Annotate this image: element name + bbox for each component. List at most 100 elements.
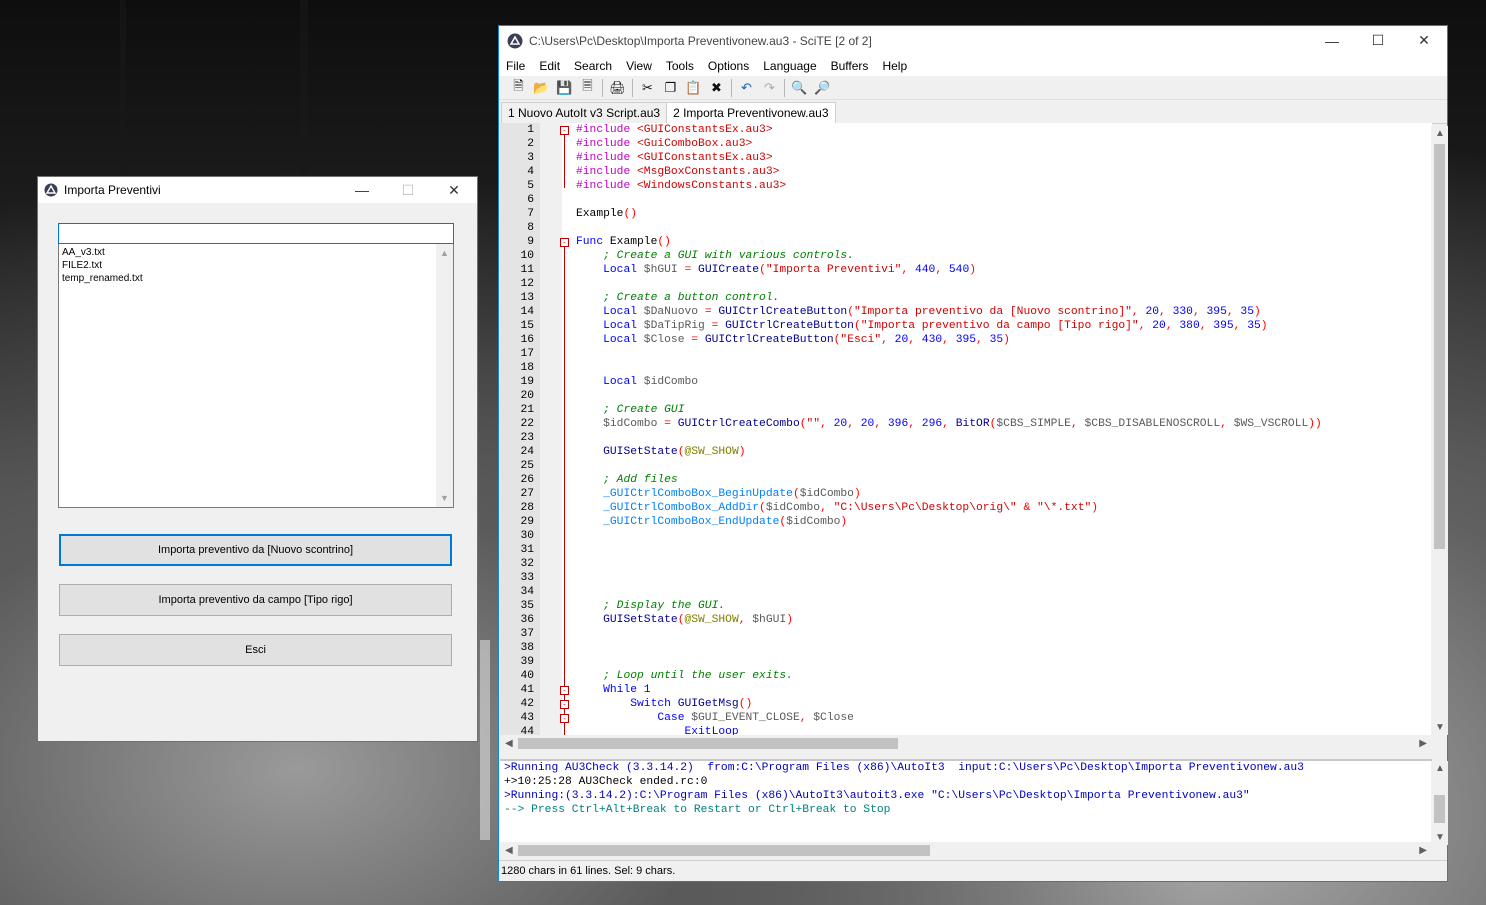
cut-icon[interactable]: ✂ — [636, 78, 659, 98]
output-horizontal-scrollbar[interactable]: ◀ ▶ — [500, 842, 1432, 859]
code-line[interactable]: 8 — [500, 221, 1432, 235]
code-line[interactable]: 1 #include <GUIConstantsEx.au3> — [500, 123, 1432, 137]
menu-edit[interactable]: Edit — [532, 59, 567, 73]
scroll-left-icon[interactable]: ◀ — [505, 738, 513, 749]
code-line[interactable]: 33 — [500, 571, 1432, 585]
tab-importa-preventivonew[interactable]: 2 Importa Preventivonew.au3 — [666, 102, 836, 124]
scroll-up-icon[interactable]: ▲ — [1435, 763, 1445, 774]
code-line[interactable]: 37 — [500, 627, 1432, 641]
new-file-icon[interactable]: 🗎 — [507, 78, 530, 98]
close-button[interactable]: ✕ — [431, 177, 477, 203]
copy-icon[interactable]: ❐ — [659, 78, 682, 98]
menu-language[interactable]: Language — [756, 59, 823, 73]
code-line[interactable]: 35 ; Display the GUI. — [500, 599, 1432, 613]
code-line[interactable]: 24 GUISetState(@SW_SHOW) — [500, 445, 1432, 459]
title-bar[interactable]: Importa Preventivi — ☐ ✕ — [38, 177, 477, 203]
close-file-icon[interactable]: 🗏 — [576, 78, 599, 98]
scroll-down-icon[interactable]: ▼ — [1435, 722, 1445, 733]
code-line[interactable]: 44 ExitLoop — [500, 725, 1432, 735]
list-item[interactable]: AA_v3.txt — [62, 246, 143, 259]
menu-tools[interactable]: Tools — [659, 59, 701, 73]
save-icon[interactable]: 💾 — [553, 78, 576, 98]
maximize-button[interactable]: ☐ — [1355, 26, 1401, 55]
code-line[interactable]: 31 — [500, 543, 1432, 557]
scroll-down-icon[interactable]: ▼ — [440, 493, 449, 503]
code-line[interactable]: 40 ; Loop until the user exits. — [500, 669, 1432, 683]
code-line[interactable]: 9 Func Example() — [500, 235, 1432, 249]
menu-file[interactable]: File — [499, 59, 532, 73]
code-line[interactable]: 25 — [500, 459, 1432, 473]
code-line[interactable]: 15 Local $DaTipRig = GUICtrlCreateButton… — [500, 319, 1432, 333]
import-tipo-rigo-button[interactable]: Importa preventivo da campo [Tipo rigo] — [59, 584, 452, 616]
delete-icon[interactable]: ✖ — [705, 78, 728, 98]
code-line[interactable]: 34 — [500, 585, 1432, 599]
print-icon[interactable]: 🖨 — [606, 78, 629, 98]
scroll-up-icon[interactable]: ▲ — [440, 248, 449, 258]
code-line[interactable]: 18 — [500, 361, 1432, 375]
code-line[interactable]: 21 ; Create GUI — [500, 403, 1432, 417]
paste-icon[interactable]: 📋 — [682, 78, 705, 98]
scroll-right-icon[interactable]: ▶ — [1419, 738, 1427, 749]
code-line[interactable]: 19 Local $idCombo — [500, 375, 1432, 389]
code-line[interactable]: 38 — [500, 641, 1432, 655]
scroll-down-icon[interactable]: ▼ — [1435, 832, 1445, 843]
editor-horizontal-scrollbar[interactable]: ◀ ▶ — [500, 735, 1432, 752]
output-pane[interactable]: >Running AU3Check (3.3.14.2) from:C:\Pro… — [500, 759, 1432, 847]
code-line[interactable]: 20 — [500, 389, 1432, 403]
scrollbar-thumb[interactable] — [1434, 795, 1445, 823]
scroll-right-icon[interactable]: ▶ — [1419, 845, 1427, 856]
code-line[interactable]: 32 — [500, 557, 1432, 571]
code-line[interactable]: 43 Case $GUI_EVENT_CLOSE, $Close — [500, 711, 1432, 725]
combo-listbox[interactable]: AA_v3.txt FILE2.txt temp_renamed.txt ▲ ▼ — [58, 244, 454, 508]
code-line[interactable]: 26 ; Add files — [500, 473, 1432, 487]
code-line[interactable]: 2 #include <GuiComboBox.au3> — [500, 137, 1432, 151]
code-line[interactable]: 39 — [500, 655, 1432, 669]
code-line[interactable]: 10 ; Create a GUI with various controls. — [500, 249, 1432, 263]
fold-collapse-icon[interactable]: - — [560, 126, 569, 135]
scroll-up-icon[interactable]: ▲ — [1435, 128, 1445, 139]
fold-collapse-icon[interactable]: - — [560, 700, 569, 709]
replace-icon[interactable]: 🔎 — [811, 78, 834, 98]
code-line[interactable]: 4 #include <MsgBoxConstants.au3> — [500, 165, 1432, 179]
title-bar[interactable]: C:\Users\Pc\Desktop\Importa Preventivone… — [499, 26, 1447, 55]
menu-help[interactable]: Help — [875, 59, 914, 73]
code-line[interactable]: 5 #include <WindowsConstants.au3> — [500, 179, 1432, 193]
import-nuovo-scontrino-button[interactable]: Importa preventivo da [Nuovo scontrino] — [59, 534, 452, 566]
code-editor[interactable]: 1 #include <GUIConstantsEx.au3> 2 #include … — [500, 123, 1432, 735]
undo-icon[interactable]: ↶ — [735, 78, 758, 98]
code-line[interactable]: 7 Example() — [500, 207, 1432, 221]
minimize-button[interactable]: — — [1309, 26, 1355, 55]
code-line[interactable]: 23 — [500, 431, 1432, 445]
menu-search[interactable]: Search — [567, 59, 619, 73]
open-folder-icon[interactable]: 📂 — [530, 78, 553, 98]
scrollbar-thumb[interactable] — [518, 738, 898, 749]
code-line[interactable]: 13 ; Create a button control. — [500, 291, 1432, 305]
list-scrollbar[interactable]: ▲ ▼ — [436, 244, 453, 507]
code-line[interactable]: 41 While 1 — [500, 683, 1432, 697]
code-line[interactable]: 16 Local $Close = GUICtrlCreateButton("E… — [500, 333, 1432, 347]
close-button[interactable]: ✕ — [1401, 26, 1447, 55]
code-line[interactable]: 27 _GUICtrlComboBox_BeginUpdate($idCombo… — [500, 487, 1432, 501]
scrollbar-thumb[interactable] — [518, 845, 930, 856]
menu-buffers[interactable]: Buffers — [824, 59, 876, 73]
code-line[interactable]: 28 _GUICtrlComboBox_AddDir($idCombo, "C:… — [500, 501, 1432, 515]
fold-collapse-icon[interactable]: - — [560, 686, 569, 695]
code-line[interactable]: 6 — [500, 193, 1432, 207]
combo-edit-field[interactable] — [58, 223, 454, 244]
scrollbar-thumb[interactable] — [1434, 144, 1445, 549]
code-line[interactable]: 12 — [500, 277, 1432, 291]
list-item[interactable]: temp_renamed.txt — [62, 272, 143, 285]
code-line[interactable]: 30 — [500, 529, 1432, 543]
minimize-button[interactable]: — — [339, 177, 385, 203]
code-line[interactable]: 36 GUISetState(@SW_SHOW, $hGUI) — [500, 613, 1432, 627]
code-line[interactable]: 11 Local $hGUI = GUICreate("Importa Prev… — [500, 263, 1432, 277]
fold-collapse-icon[interactable]: - — [560, 238, 569, 247]
fold-collapse-icon[interactable]: - — [560, 714, 569, 723]
code-line[interactable]: 22 $idCombo = GUICtrlCreateCombo("", 20,… — [500, 417, 1432, 431]
output-vertical-scrollbar[interactable]: ▲ ▼ — [1431, 761, 1448, 845]
code-line[interactable]: 42 Switch GUIGetMsg() — [500, 697, 1432, 711]
exit-button[interactable]: Esci — [59, 634, 452, 666]
code-line[interactable]: 3 #include <GUIConstantsEx.au3> — [500, 151, 1432, 165]
find-icon[interactable]: 🔍 — [788, 78, 811, 98]
list-item[interactable]: FILE2.txt — [62, 259, 143, 272]
